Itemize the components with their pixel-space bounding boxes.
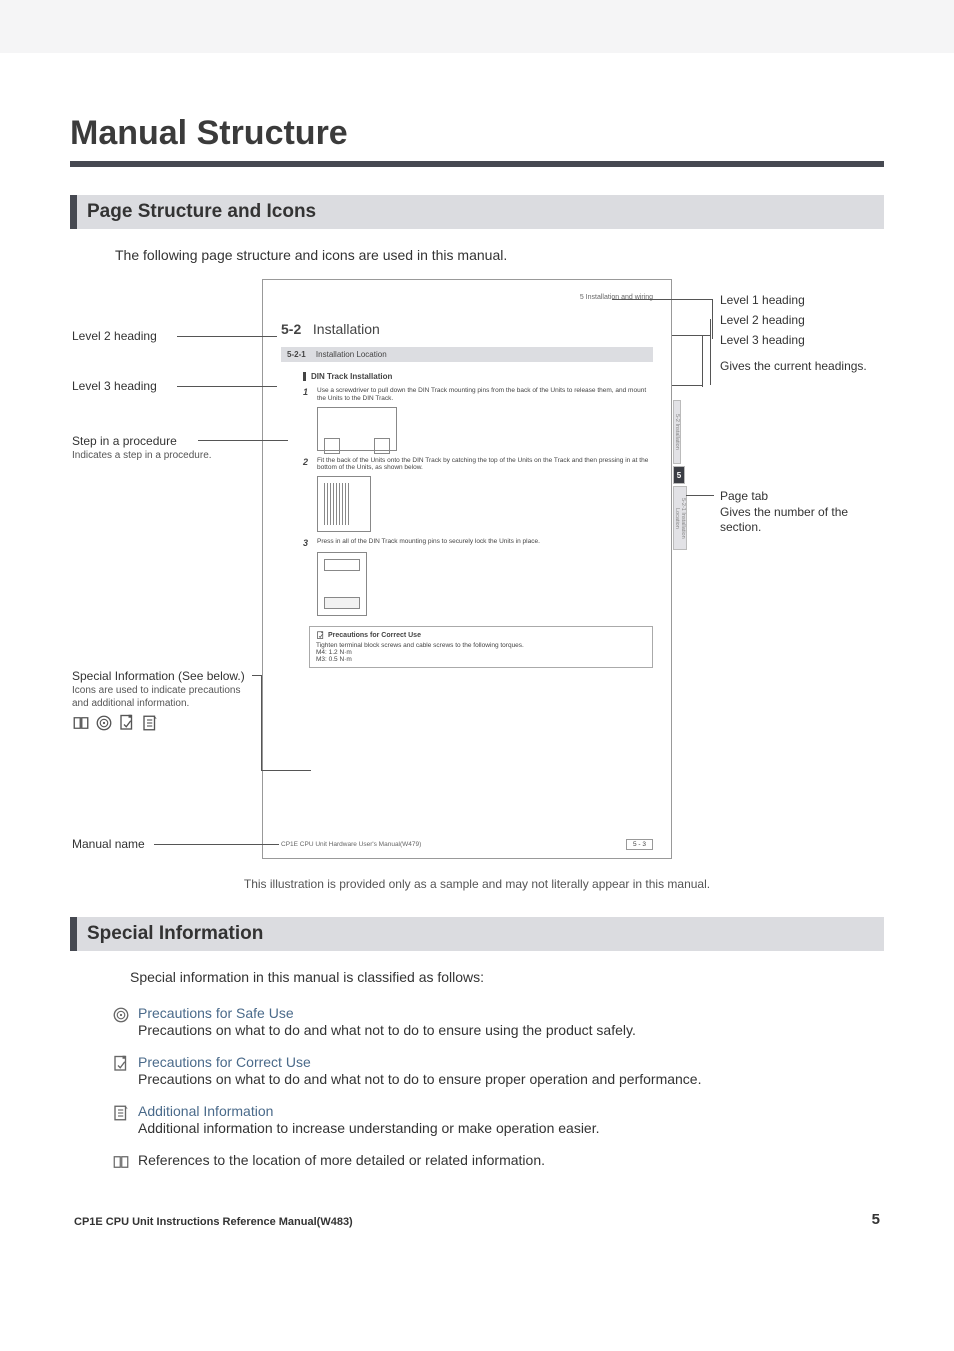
additional-info-icon: [112, 1104, 130, 1122]
sample-h2-number: 5-2: [281, 321, 301, 337]
callout-icon-row: [72, 714, 252, 732]
sample-fig-1: [317, 407, 653, 451]
page-body: Manual Structure Page Structure and Icon…: [0, 54, 954, 1248]
callout-r-level2: Level 2 heading: [720, 313, 805, 327]
si-title: Precautions for Safe Use: [138, 1005, 636, 1021]
sample-prec-body: Tighten terminal block screws and cable …: [316, 642, 646, 663]
callout-manual-name: Manual name: [72, 837, 145, 851]
page-footer: CP1E CPU Unit Instructions Reference Man…: [70, 1211, 884, 1228]
book-icon: [112, 1153, 130, 1171]
sample-h3-number: 5-2-1: [287, 350, 306, 359]
sample-chapter-label: 5 Installation and wiring: [281, 294, 653, 301]
sample-step-1: Use a screwdriver to pull down the DIN T…: [317, 387, 653, 403]
safe-use-icon: [112, 1006, 130, 1024]
sample-step-3: Press in all of the DIN Track mounting p…: [317, 538, 653, 548]
safe-use-icon: [95, 714, 113, 732]
si-desc: Additional information to increase under…: [138, 1120, 600, 1136]
page-title: Manual Structure: [70, 114, 884, 153]
correct-use-icon: [118, 714, 136, 732]
sample-step-2: Fit the back of the Units onto the DIN T…: [317, 457, 653, 473]
special-info-intro: Special information in this manual is cl…: [130, 969, 884, 985]
sample-tab-number: 5: [673, 466, 685, 484]
si-additional-info: Additional Information Additional inform…: [112, 1103, 884, 1136]
sample-level2-heading: 5-2 Installation: [281, 321, 653, 337]
sample-prec-title: Precautions for Correct Use: [328, 632, 421, 639]
si-safe-use: Precautions for Safe Use Precautions on …: [112, 1005, 884, 1038]
callout-special-info: Special Information (See below.) Icons a…: [72, 669, 252, 732]
correct-use-icon: [316, 631, 325, 640]
sample-page-tabs: 5-2 Installation 5 5-2-1 Installation Lo…: [673, 400, 685, 552]
sample-h2-title: Installation: [313, 321, 380, 337]
special-info-list: Precautions for Safe Use Precautions on …: [112, 1005, 884, 1171]
page-structure-diagram: 5 Installation and wiring 5-2 Installati…: [72, 279, 882, 859]
si-desc: Precautions on what to do and what not t…: [138, 1022, 636, 1038]
si-reference: References to the location of more detai…: [112, 1152, 884, 1171]
correct-use-icon: [112, 1055, 130, 1073]
sample-level3-heading: 5-2-1 Installation Location: [281, 347, 653, 362]
top-band: [0, 0, 954, 54]
sample-page-number: 5 - 3: [626, 839, 653, 850]
sample-tab-section: 5-2 Installation: [673, 400, 681, 464]
sample-h4: DIN Track Installation: [303, 372, 653, 381]
si-title: Precautions for Correct Use: [138, 1054, 701, 1070]
page-structure-intro: The following page structure and icons a…: [115, 247, 884, 263]
sample-fig-2: [317, 476, 653, 532]
callout-page-tab: Page tab Gives the number of the section…: [720, 489, 882, 535]
si-desc: Precautions on what to do and what not t…: [138, 1071, 701, 1087]
sample-tab-subsection: 5-2-1 Installation Location: [673, 486, 687, 550]
additional-info-icon: [141, 714, 159, 732]
footer-manual-name: CP1E CPU Unit Instructions Reference Man…: [74, 1216, 353, 1228]
callout-r-level1: Level 1 heading: [720, 293, 805, 307]
section-page-structure: Page Structure and Icons: [70, 195, 884, 229]
si-correct-use: Precautions for Correct Use Precautions …: [112, 1054, 884, 1087]
title-rule: [70, 161, 884, 167]
sample-page: 5 Installation and wiring 5-2 Installati…: [262, 279, 672, 859]
sample-precautions-box: Precautions for Correct Use Tighten term…: [309, 626, 653, 668]
callout-level3: Level 3 heading: [72, 379, 157, 393]
callout-level2: Level 2 heading: [72, 329, 157, 343]
sample-manual-name: CP1E CPU Unit Hardware User's Manual(W47…: [281, 841, 421, 848]
footer-page-number: 5: [872, 1211, 880, 1228]
si-desc: References to the location of more detai…: [138, 1152, 545, 1168]
callout-r-gives: Gives the current headings.: [720, 357, 867, 375]
si-title: Additional Information: [138, 1103, 600, 1119]
section-special-info: Special Information: [70, 917, 884, 951]
callout-step: Step in a procedure Indicates a step in …: [72, 434, 252, 463]
book-icon: [72, 714, 90, 732]
sample-h3-title: Installation Location: [316, 350, 387, 359]
sample-fig-3: [317, 552, 653, 616]
diagram-caption: This illustration is provided only as a …: [70, 877, 884, 891]
callout-r-level3: Level 3 heading: [720, 333, 805, 347]
